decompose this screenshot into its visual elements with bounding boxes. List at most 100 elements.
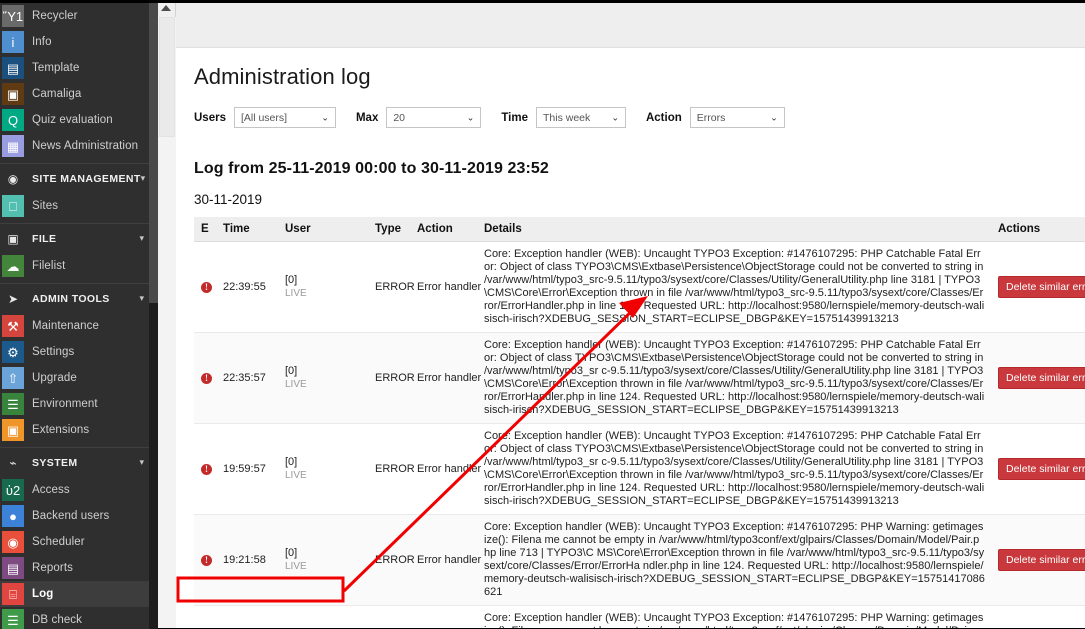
- column-header-e[interactable]: E: [194, 217, 216, 242]
- column-header-time[interactable]: Time: [216, 217, 278, 242]
- cell-type: ERROR: [368, 241, 415, 333]
- sidebar-group-file[interactable]: ▣ FILE ▾: [0, 223, 158, 253]
- sidebar-item-sites[interactable]: ⎕ Sites: [0, 193, 158, 219]
- user-block: [0] LIVE: [285, 365, 362, 391]
- sidebar-item-environment[interactable]: ☰ Environment: [0, 391, 158, 417]
- chevron-down-icon[interactable]: ▾: [139, 457, 144, 468]
- sidebar-item-label: Filelist: [32, 260, 66, 272]
- sidebar-item-info[interactable]: i Info: [0, 29, 158, 55]
- sidebar-item-scheduler[interactable]: ◉ Scheduler: [0, 529, 158, 555]
- cell-type: ERROR: [368, 332, 415, 424]
- cell-action: Error handler: [410, 605, 477, 628]
- cell-user: [0] LIVE: [278, 241, 368, 333]
- cell-actions: Delete similar errors: [991, 605, 1085, 628]
- content-scrollbar[interactable]: [158, 3, 176, 628]
- max-filter-select[interactable]: 20 ⌄: [386, 107, 482, 128]
- delete-similar-errors-button[interactable]: Delete similar errors: [998, 457, 1085, 481]
- rocket-icon: ➤: [7, 291, 19, 306]
- action-filter-select[interactable]: Errors ⌄: [689, 107, 785, 128]
- sidebar-group-label: SITE MANAGEMENT: [32, 172, 141, 185]
- sidebar-scrollbar-thumb[interactable]: [149, 3, 158, 303]
- chevron-down-icon[interactable]: ▾: [141, 173, 146, 184]
- delete-similar-errors-button[interactable]: Delete similar errors: [998, 366, 1085, 390]
- user-workspace: LIVE: [285, 287, 307, 299]
- sidebar-item-upgrade[interactable]: ⇧ Upgrade: [0, 365, 158, 391]
- users-filter-label: Users: [194, 111, 226, 124]
- sidebar-item-label: DB check: [32, 614, 83, 626]
- delete-similar-errors-button[interactable]: Delete similar errors: [998, 275, 1085, 299]
- user-text-block: [0] LIVE: [285, 274, 307, 300]
- sidebar-item-news-administration[interactable]: ▦ News Administration: [0, 133, 158, 159]
- sidebar-item-settings[interactable]: ⚙ Settings: [0, 339, 158, 365]
- sidebar-item-backend-users[interactable]: ● Backend users: [0, 503, 158, 529]
- user-name: [0]: [285, 273, 298, 286]
- content-scrollbar-thumb[interactable]: [159, 17, 175, 137]
- sidebar-item-label: Log: [32, 588, 54, 600]
- table-header-row: E Time User Type Action Details Actions: [194, 217, 1085, 242]
- sidebar-group-admin-tools[interactable]: ➤ ADMIN TOOLS ▾: [0, 283, 158, 313]
- user-workspace: LIVE: [285, 469, 307, 481]
- scroll-up-arrow-icon[interactable]: [161, 5, 171, 11]
- sidebar-item-label: Sites: [32, 200, 59, 212]
- cell-error-indicator: !: [194, 423, 216, 515]
- column-header-user[interactable]: User: [278, 217, 368, 242]
- sidebar-group-label: SYSTEM: [32, 456, 78, 469]
- image-icon: ▣: [7, 231, 19, 246]
- sidebar-module-list: Ὕ1 Recycler i Info ▤ Template ▣ Camaliga Q Quiz e…: [0, 3, 158, 629]
- cell-user: [0] LIVE: [278, 423, 368, 515]
- user-workspace: LIVE: [285, 560, 307, 572]
- sidebar-item-template[interactable]: ▤ Template: [0, 55, 158, 81]
- module-topbar: [176, 3, 1085, 48]
- sidebar-item-db-check[interactable]: ☰ DB check: [0, 607, 158, 629]
- plug-icon: ⌁: [9, 455, 17, 470]
- users-filter-value: [All users]: [240, 111, 288, 124]
- user-block: [0] LIVE: [285, 456, 362, 482]
- chevron-down-icon[interactable]: ▾: [139, 293, 144, 304]
- sidebar-item-filelist[interactable]: ☁ Filelist: [0, 253, 158, 279]
- table-row: ! 22:39:55 [0] LIVE ERROR Error handler Core: …: [194, 241, 1085, 333]
- cell-action: Error handler: [410, 514, 481, 606]
- sidebar-item-label: Camaliga: [32, 88, 82, 100]
- sidebar-item-label: Info: [32, 36, 52, 48]
- table-row: !19:20:34gerald_adminLIVEERRORError hand…: [194, 605, 1085, 628]
- error-icon: !: [201, 282, 212, 293]
- column-header-type[interactable]: Type: [368, 217, 410, 242]
- delete-similar-errors-button[interactable]: Delete similar errors: [998, 548, 1085, 572]
- cell-details: Core: Exception handler (WEB): Uncaught …: [477, 241, 991, 333]
- chevron-down-icon[interactable]: ▾: [139, 233, 144, 244]
- log-table-head: E Time User Type Action Details Actions: [194, 217, 1085, 242]
- sidebar-item-maintenance[interactable]: ⚒ Maintenance: [0, 313, 158, 339]
- user-text-block: [0] LIVE: [285, 547, 307, 573]
- column-header-actions[interactable]: Actions: [991, 217, 1085, 242]
- sidebar-item-recycler[interactable]: Ὕ1 Recycler: [0, 3, 158, 29]
- column-header-details[interactable]: Details: [477, 217, 991, 242]
- sidebar-item-label: Upgrade: [32, 372, 77, 384]
- sidebar-item-reports[interactable]: ▤ Reports: [0, 555, 158, 581]
- users-filter-select[interactable]: [All users] ⌄: [233, 107, 336, 128]
- sidebar-item-quiz-evaluation[interactable]: Q Quiz evaluation: [0, 107, 158, 133]
- chevron-down-icon: ⌄: [770, 112, 778, 122]
- sidebar-group-system[interactable]: ⌁ SYSTEM ▾: [0, 447, 158, 477]
- action-filter-label: Action: [645, 111, 682, 124]
- sidebar-item-log[interactable]: ⌸ Log: [0, 581, 158, 607]
- sidebar-item-access[interactable]: ὑ2 Access: [0, 477, 158, 503]
- sidebar-group-site-management[interactable]: ◉ SITE MANAGEMENT ▾: [0, 163, 158, 193]
- globe-icon: ◉: [7, 171, 19, 186]
- sidebar-scrollbar[interactable]: [149, 3, 158, 629]
- sidebar-item-extensions[interactable]: ▣ Extensions: [0, 417, 158, 443]
- cell-time: 19:20:34: [216, 605, 278, 628]
- log-range-heading: Log from 25-11-2019 00:00 to 30-11-2019 …: [194, 160, 549, 177]
- sidebar-item-label: Recycler: [32, 10, 78, 22]
- gears-icon: ⚙: [2, 341, 24, 363]
- user-workspace: LIVE: [285, 378, 307, 390]
- sidebar-item-camaliga[interactable]: ▣ Camaliga: [0, 81, 158, 107]
- user-text-block: [0] LIVE: [285, 456, 307, 482]
- upgrade-icon: ⇧: [2, 367, 24, 389]
- time-filter-value: This week: [542, 111, 591, 124]
- cell-details: Core: Exception handler (WEB): Uncaught …: [477, 514, 991, 606]
- column-header-action[interactable]: Action: [410, 217, 477, 242]
- sidebar-item-label: Environment: [32, 398, 98, 410]
- user-name: [0]: [285, 546, 298, 559]
- log-table: E Time User Type Action Details Actions …: [194, 217, 1085, 628]
- time-filter-select[interactable]: This week ⌄: [535, 107, 626, 128]
